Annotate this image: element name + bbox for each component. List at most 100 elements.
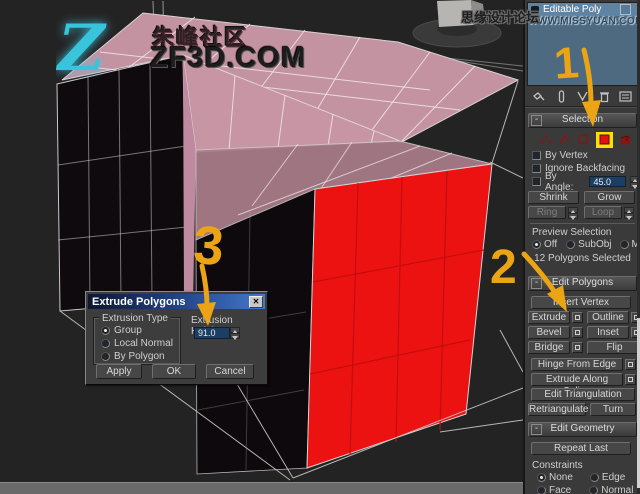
vertex-mode-icon[interactable] [539,133,552,146]
flip-button[interactable]: Flip [587,341,640,354]
constraint-edge-label: Edge [601,472,626,483]
make-unique-icon[interactable] [576,90,589,103]
element-mode-icon[interactable] [619,133,632,146]
command-panel: Editable Poly WWW.MISSYUAN.COM - Selecti… [523,0,640,494]
group-divider [530,223,635,224]
modifier-stack-selected-row[interactable]: Editable Poly [528,3,637,16]
by-angle-label: By Angle: [545,170,574,193]
modifier-stack[interactable]: Editable Poly WWW.MISSYUAN.COM [527,2,640,86]
extrusion-height-spinner[interactable] [230,327,240,340]
ok-button[interactable]: OK [152,364,196,379]
rollout-header-edit-polygons[interactable]: - Edit Polygons [528,276,637,291]
selection-status: 12 Polygons Selected [534,253,631,264]
bridge-button[interactable]: Bridge [528,341,570,354]
by-vertex-label: By Vertex [545,150,588,161]
ignore-backfacing-checkbox[interactable] [532,164,541,173]
polygon-mode-icon[interactable] [598,133,611,146]
repeat-last-button[interactable]: Repeat Last [531,442,631,455]
background-box-side [471,0,485,25]
configure-modifier-sets-icon[interactable] [619,90,632,103]
by-angle-checkbox[interactable] [532,177,541,186]
constraint-none-label: None [549,472,573,483]
preview-multi-radio[interactable] [619,240,629,249]
rollout-title: Edit Geometry [550,423,615,434]
show-end-result-icon[interactable] [555,89,568,103]
subobject-level-row [539,131,640,148]
extrude-settings-button[interactable] [572,312,583,323]
ring-button[interactable]: Ring [528,206,566,219]
bevel-settings-button[interactable] [572,327,583,338]
constraint-none-radio[interactable] [537,473,546,482]
constraint-face-label: Face [549,485,572,494]
preview-off-label: Off [544,239,558,250]
type-by-polygon-label: By Polygon [114,351,165,362]
pin-stack-icon[interactable] [533,90,546,103]
extrude-button[interactable]: Extrude [528,311,570,324]
dialog-title: Extrude Polygons [92,295,186,308]
collapse-icon[interactable]: - [531,115,542,126]
perspective-viewport[interactable] [0,0,523,483]
hinge-from-edge-button[interactable]: Hinge From Edge [531,358,623,371]
hinge-settings-button[interactable] [625,359,636,370]
insert-vertex-button[interactable]: Insert Vertex [531,296,631,309]
close-icon[interactable]: ✕ [249,295,263,308]
by-angle-field[interactable]: 45.0 [589,176,626,187]
preview-off-radio[interactable] [532,240,541,249]
bridge-settings-button[interactable] [572,342,583,353]
inset-button[interactable]: Inset [587,326,629,339]
extrusion-type-label: Extrusion Type [99,313,171,324]
type-local-normal-radio[interactable] [101,339,110,348]
type-group-radio[interactable] [101,326,110,335]
outline-button[interactable]: Outline [587,311,629,324]
by-vertex-checkbox[interactable] [532,151,541,160]
constraint-normal-radio[interactable] [589,486,599,494]
3dsmax-window: { "watermarks": { "logo_z": "Z", "commun… [0,0,640,494]
model-left-face [56,54,188,312]
extrusion-type-group: Extrusion Type Group Local Normal By Pol… [93,313,181,365]
type-group-label: Group [114,325,142,336]
type-by-polygon-radio[interactable] [101,352,110,361]
modifier-stack-toolbar [525,86,640,107]
collapse-icon[interactable]: - [531,424,542,435]
bevel-button[interactable]: Bevel [528,326,570,339]
retriangulate-button[interactable]: Retriangulate [528,403,588,416]
rollout-title: Selection [561,114,604,125]
loop-button[interactable]: Loop [584,206,622,219]
rollout-title: Edit Polygons [551,277,614,288]
type-local-normal-label: Local Normal [114,338,173,349]
modifier-name: Editable Poly [543,4,602,15]
remove-modifier-icon[interactable] [598,90,611,103]
pin-icon[interactable] [620,4,631,15]
constraints-label: Constraints [532,460,583,471]
border-mode-icon[interactable] [577,133,590,146]
extrude-along-spline-button[interactable]: Extrude Along Spline [531,373,623,397]
active-subobject-highlight [596,131,613,148]
viewport-bottom-strip [0,482,523,494]
cancel-button[interactable]: Cancel [206,364,254,379]
turn-button[interactable]: Turn [590,403,636,416]
lightbulb-icon[interactable] [531,5,539,14]
ring-spinner[interactable] [568,206,578,220]
apply-button[interactable]: Apply [96,364,142,379]
dialog-titlebar[interactable]: Extrude Polygons ✕ [88,294,265,309]
background-box [437,0,473,27]
edge-mode-icon[interactable] [558,133,571,146]
constraint-edge-radio[interactable] [589,473,599,482]
grow-button[interactable]: Grow [584,191,635,204]
extrusion-height-field[interactable]: 91.0 [194,327,230,339]
rollout-header-edit-geometry[interactable]: - Edit Geometry [528,422,637,437]
preview-subobj-radio[interactable] [566,240,576,249]
stack-watermark: WWW.MISSYUAN.COM [528,16,640,27]
extrude-along-spline-settings-button[interactable] [625,374,636,385]
edit-triangulation-button[interactable]: Edit Triangulation [531,388,635,401]
constraint-normal-label: Normal [601,485,634,494]
selected-polygons-face[interactable] [306,163,493,469]
constraint-face-radio[interactable] [537,486,546,494]
collapse-icon[interactable]: - [531,278,542,289]
shrink-button[interactable]: Shrink [528,191,579,204]
preview-selection-label: Preview Selection [532,227,612,238]
rollout-header-selection[interactable]: - Selection [528,113,637,128]
loop-spinner[interactable] [624,206,634,220]
preview-subobj-label: SubObj [578,239,612,250]
extrude-polygons-dialog: Extrude Polygons ✕ Extrusion Type Group … [85,291,268,385]
